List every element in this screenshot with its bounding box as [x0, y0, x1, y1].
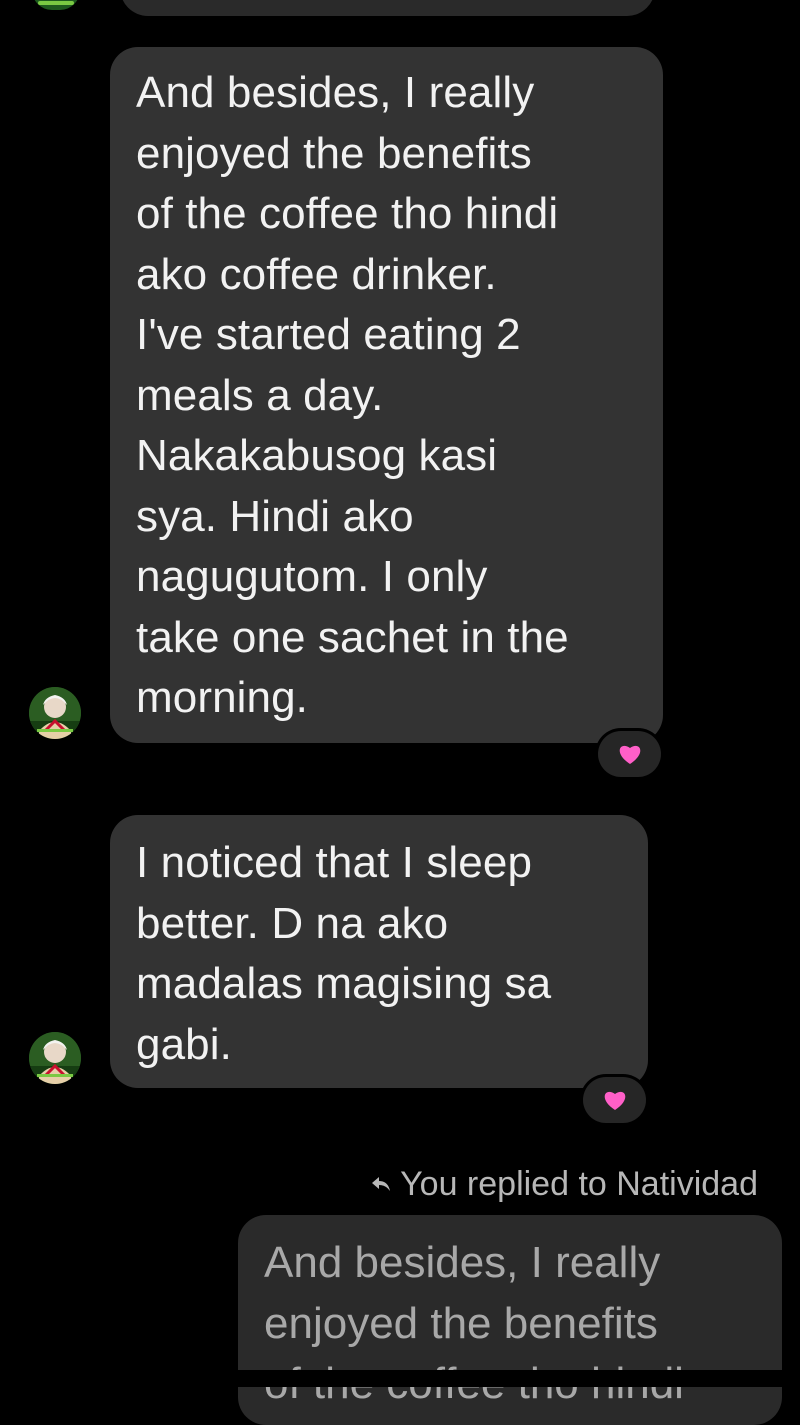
incoming-message-bubble[interactable]: I noticed that I sleep better. D na ako … [110, 815, 648, 1088]
sender-avatar[interactable] [29, 1032, 81, 1084]
message-reaction[interactable] [583, 1077, 646, 1123]
previous-message-bubble[interactable] [120, 0, 655, 16]
heart-icon [602, 1088, 628, 1112]
heart-icon [617, 742, 643, 766]
reply-arrow-icon [370, 1174, 392, 1194]
reply-label-text: You replied to Natividad [400, 1165, 758, 1203]
message-reaction[interactable] [598, 731, 661, 777]
incoming-message-bubble[interactable]: And besides, I really enjoyed the benefi… [110, 47, 663, 743]
avatar-photo-icon [29, 687, 81, 739]
reply-context-label: You replied to Natividad [370, 1162, 758, 1206]
viewport-bottom-edge [0, 1370, 800, 1387]
sender-avatar[interactable] [29, 687, 81, 739]
previous-sender-avatar[interactable] [32, 0, 80, 10]
avatar-photo-icon [29, 1032, 81, 1084]
quoted-message-bubble[interactable]: And besides, I really enjoyed the benefi… [238, 1215, 782, 1425]
